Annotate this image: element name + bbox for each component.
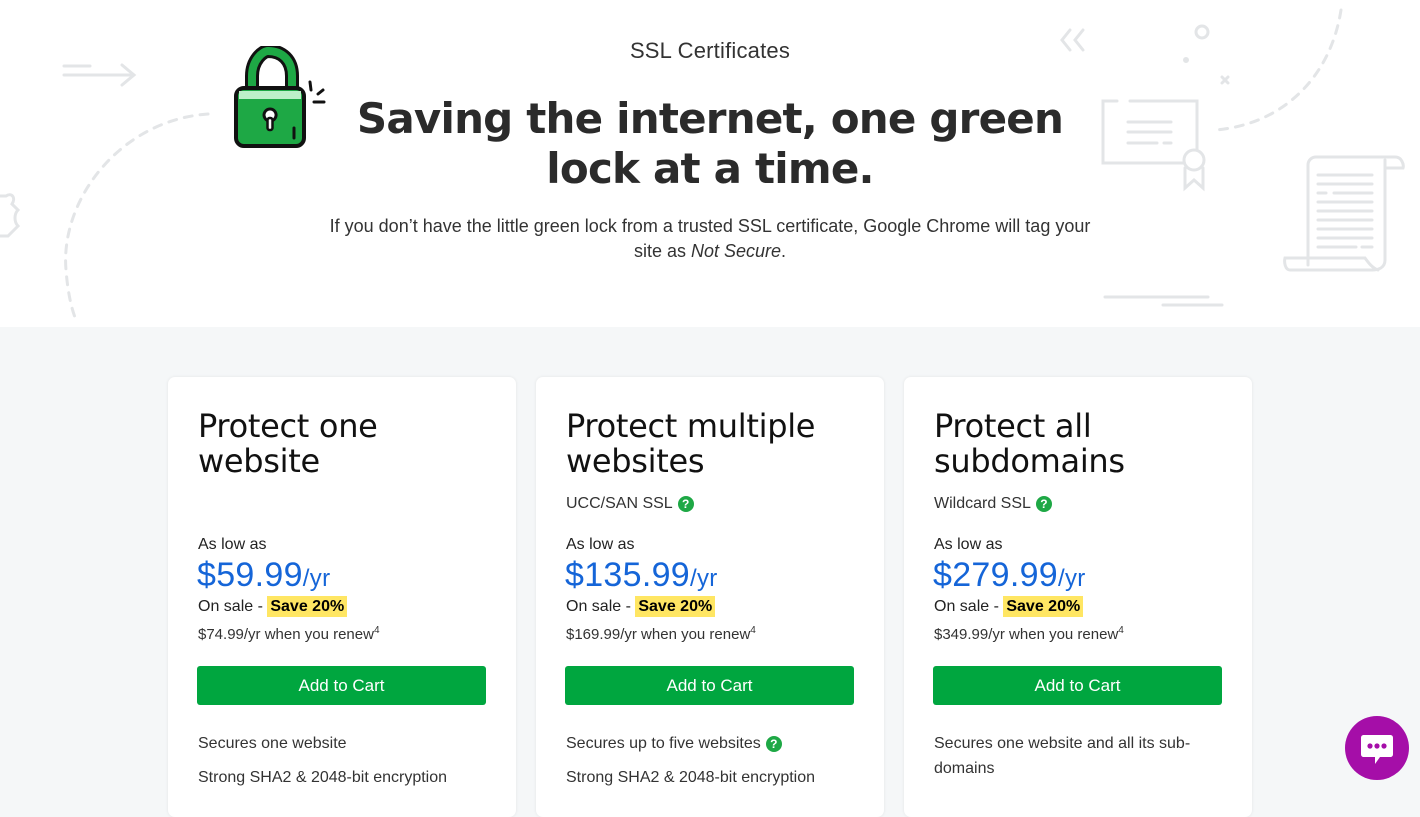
price: $135.99/yr [565, 555, 718, 599]
save-badge: Save 20% [267, 596, 348, 617]
sale-label: On sale - [198, 598, 268, 615]
card-title: Protect one website [198, 407, 378, 480]
footnote-link[interactable]: 4 [374, 625, 380, 636]
chat-button[interactable] [1345, 716, 1409, 780]
chat-bubble-icon [1361, 735, 1393, 764]
feature-text: Strong SHA2 & 2048-bit encryption [198, 769, 448, 786]
pricing-card-all-subdomains: Protect all subdomains Wildcard SSL? As … [904, 377, 1252, 817]
hero-section: SSL Certificates Saving the internet, on… [0, 0, 1420, 327]
page-headline: Saving the internet, one green lock at a… [356, 94, 1064, 193]
card-title: Protect multiple websites [566, 407, 816, 480]
subtitle-text: UCC/SAN SSL [566, 495, 673, 512]
add-to-cart-button[interactable]: Add to Cart [565, 666, 854, 705]
price: $59.99/yr [197, 555, 330, 599]
price-amount: $135.99 [565, 556, 691, 594]
feature-text: Strong SHA2 & 2048-bit encryption [566, 769, 816, 786]
add-to-cart-button[interactable]: Add to Cart [933, 666, 1222, 705]
renew-text: $169.99/yr when you renew [566, 626, 751, 643]
help-icon[interactable]: ? [677, 496, 694, 512]
renew-text: $74.99/yr when you renew [198, 626, 374, 643]
price: $279.99/yr [933, 555, 1086, 599]
arrow-right-icon [62, 63, 137, 87]
feature-text: Secures one website and all its sub-doma… [934, 735, 1191, 777]
price-period: /yr [302, 565, 331, 592]
renew-text: $349.99/yr when you renew [934, 626, 1119, 643]
help-icon[interactable]: ? [1035, 496, 1052, 512]
price-amount: $59.99 [197, 556, 303, 594]
as-low-as-label: As low as [934, 536, 1003, 553]
renew-price: $74.99/yr when you renew4 [198, 625, 380, 643]
scroll-document-icon [1283, 155, 1405, 272]
feature-text: Secures one website [198, 735, 347, 752]
not-secure-emphasis: Not Secure [690, 241, 782, 261]
card-subtitle: UCC/SAN SSL? [566, 495, 694, 513]
page-eyebrow: SSL Certificates [629, 38, 791, 63]
renew-price: $169.99/yr when you renew4 [566, 625, 756, 643]
feature-item: Secures up to five websites? [566, 731, 856, 756]
renew-price: $349.99/yr when you renew4 [934, 625, 1124, 643]
pricing-card-one-website: Protect one website As low as $59.99/yr … [168, 377, 516, 817]
pricing-card-multiple-websites: Protect multiple websites UCC/SAN SSL? A… [536, 377, 884, 817]
dashed-arc-right [1213, 8, 1343, 132]
sale-label: On sale - [566, 598, 636, 615]
puzzle-icon [0, 193, 21, 238]
sale-line: On sale - Save 20% [566, 596, 716, 618]
feature-item: Secures one website and all its sub-doma… [934, 731, 1209, 781]
sale-label: On sale - [934, 598, 1004, 615]
footnote-link[interactable]: 4 [1118, 625, 1124, 636]
hero-subtitle: If you don’t have the little green lock … [320, 214, 1100, 264]
price-period: /yr [1058, 565, 1086, 592]
sale-line: On sale - Save 20% [934, 596, 1084, 618]
sale-line: On sale - Save 20% [198, 596, 348, 618]
help-icon[interactable]: ? [765, 735, 782, 752]
add-to-cart-button[interactable]: Add to Cart [197, 666, 486, 705]
feature-text: Secures up to five websites [566, 735, 761, 752]
price-amount: $279.99 [933, 556, 1059, 594]
subtitle-period: . [781, 241, 787, 261]
x-mark-icon [1220, 75, 1230, 85]
price-period: /yr [690, 565, 718, 592]
feature-item: Strong SHA2 & 2048-bit encryption [198, 765, 488, 790]
feature-item: Strong SHA2 & 2048-bit encryption [566, 765, 856, 790]
circle-deco [1194, 24, 1210, 40]
dashed-arc [64, 112, 210, 322]
save-badge: Save 20% [635, 596, 716, 617]
feature-item: Secures one website [198, 731, 488, 756]
as-low-as-label: As low as [198, 536, 267, 553]
footnote-link[interactable]: 4 [750, 625, 756, 636]
save-badge: Save 20% [1003, 596, 1084, 617]
subtitle-text: Wildcard SSL [934, 495, 1031, 512]
certificate-icon [1101, 99, 1206, 192]
card-subtitle: Wildcard SSL? [934, 495, 1052, 513]
card-title: Protect all subdomains [934, 407, 1125, 480]
as-low-as-label: As low as [566, 536, 635, 553]
